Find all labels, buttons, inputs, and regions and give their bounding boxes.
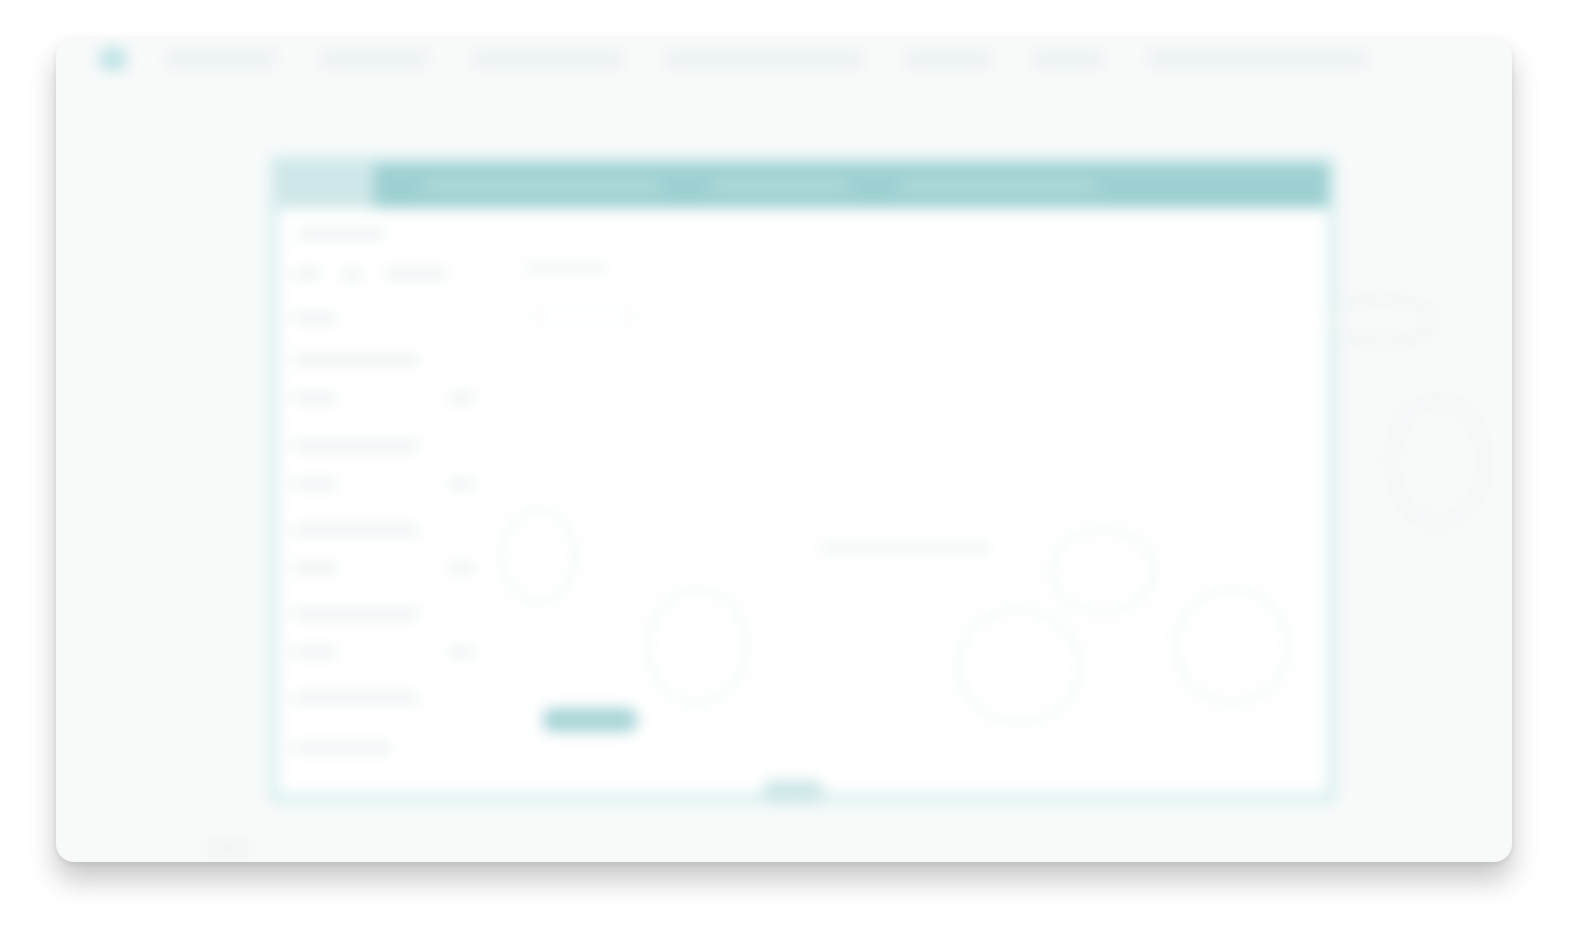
sidebar-line [296, 230, 386, 238]
list-item-meta [292, 480, 338, 488]
empty-state-subtext [820, 544, 990, 552]
preview-main-subtitle [526, 264, 606, 272]
preview-brand-logo [278, 164, 374, 208]
app-logo-icon[interactable] [100, 48, 126, 70]
decorative-arc [956, 608, 1082, 724]
blurred-content [56, 38, 1512, 862]
list-item-meta [292, 394, 338, 402]
preview-header-bar-3 [898, 182, 1098, 190]
nav-item-3[interactable] [472, 53, 622, 65]
top-navigation [56, 38, 1512, 80]
list-item[interactable] [292, 744, 392, 752]
decorative-arc [1330, 298, 1436, 344]
sidebar-line [292, 314, 338, 322]
preview-filter-chip[interactable] [532, 306, 636, 328]
list-item[interactable] [292, 610, 420, 618]
nav-item-2[interactable] [320, 53, 428, 65]
list-item[interactable] [292, 356, 420, 364]
embedded-app-preview [270, 156, 1486, 802]
sidebar-tab[interactable] [384, 270, 448, 278]
preview-pager-indicator[interactable] [762, 780, 824, 804]
decorative-arc [500, 508, 576, 604]
sidebar-tab[interactable] [292, 270, 322, 278]
screen [0, 0, 1582, 944]
decorative-arc [646, 588, 748, 704]
primary-action-button[interactable] [542, 708, 638, 732]
decorative-arc [1390, 398, 1486, 524]
list-item-value [448, 564, 476, 572]
preview-header-bar [422, 182, 662, 190]
nav-item-6[interactable] [1034, 53, 1104, 65]
app-window [56, 38, 1512, 862]
list-item[interactable] [292, 442, 420, 450]
list-item[interactable] [292, 526, 420, 534]
list-item-value [448, 648, 476, 656]
list-item[interactable] [292, 694, 420, 702]
sidebar-tab[interactable] [340, 270, 364, 278]
list-item-value [448, 394, 476, 402]
decorative-arc [1050, 528, 1156, 614]
list-item-meta [292, 564, 338, 572]
preview-header [278, 164, 1328, 208]
preview-sidebar [278, 208, 512, 794]
nav-item-1[interactable] [166, 53, 276, 65]
nav-item-7[interactable] [1148, 53, 1368, 65]
footer-text [206, 844, 250, 852]
nav-item-5[interactable] [906, 53, 990, 65]
preview-header-bar-2 [710, 182, 850, 190]
list-item-meta [292, 648, 338, 656]
decorative-arc [1174, 588, 1290, 704]
list-item-value [448, 480, 476, 488]
nav-item-4[interactable] [666, 53, 862, 65]
preview-main [500, 208, 1486, 794]
